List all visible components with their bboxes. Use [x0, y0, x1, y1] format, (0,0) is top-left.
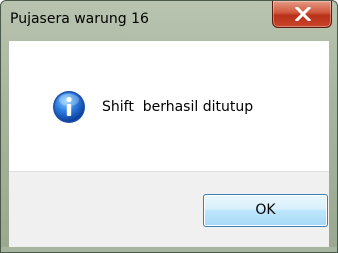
- frame-bottom-border: [1, 247, 337, 252]
- close-icon: [295, 7, 311, 21]
- information-icon: [53, 91, 85, 123]
- ok-button[interactable]: OK: [203, 194, 328, 227]
- dialog-message: Shift berhasil ditutup: [102, 99, 254, 115]
- title-bar[interactable]: Pujasera warung 16: [1, 1, 337, 41]
- close-button[interactable]: [272, 1, 332, 28]
- window-title: Pujasera warung 16: [10, 11, 149, 27]
